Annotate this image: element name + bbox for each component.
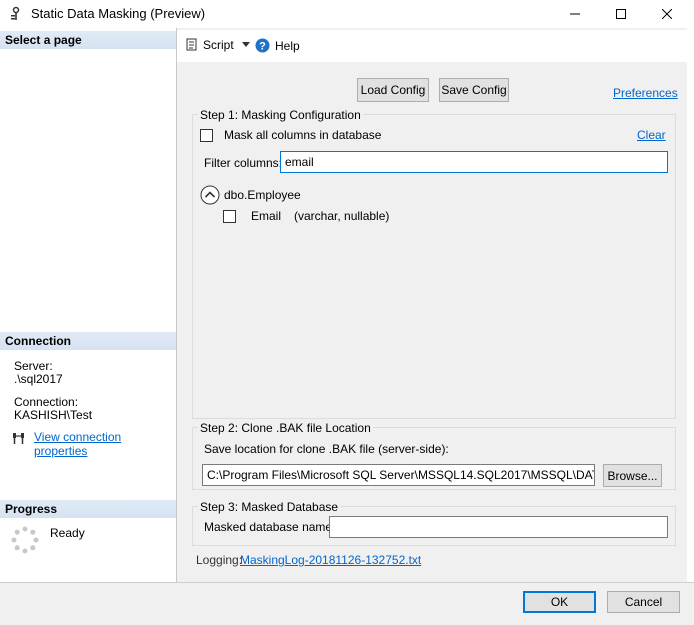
title-bar: Static Data Masking (Preview)	[0, 0, 694, 28]
clear-link[interactable]: Clear	[637, 128, 666, 142]
masked-db-name-label: Masked database name:	[204, 520, 336, 534]
progress-header: Progress	[0, 500, 176, 518]
toolbar: Script ? Help	[177, 30, 687, 62]
masked-db-name-input[interactable]	[329, 516, 668, 538]
load-config-button[interactable]: Load Config	[357, 78, 429, 102]
server-value: .\sql2017	[14, 372, 63, 386]
help-label: Help	[275, 38, 300, 53]
help-icon: ?	[255, 38, 270, 53]
filter-columns-label: Filter columns:	[204, 156, 283, 170]
minimize-button[interactable]	[552, 0, 598, 28]
step2-title: Step 2: Clone .BAK file Location	[198, 421, 373, 435]
cancel-button[interactable]: Cancel	[607, 591, 680, 613]
chevron-down-icon	[241, 42, 250, 47]
close-icon	[662, 9, 672, 19]
window-title: Static Data Masking (Preview)	[31, 6, 206, 21]
step1-title: Step 1: Masking Configuration	[198, 108, 363, 122]
filter-columns-input[interactable]: email	[280, 151, 668, 173]
select-page-header: Select a page	[0, 31, 176, 49]
left-pane: Select a page Connection Server: .\sql20…	[0, 28, 177, 582]
column-name: Email	[251, 209, 282, 223]
key-icon	[11, 6, 20, 20]
ok-button[interactable]: OK	[523, 591, 596, 613]
help-button[interactable]: ? Help	[255, 38, 300, 53]
email-column-checkbox[interactable]	[223, 210, 236, 223]
mask-all-label: Mask all columns in database	[224, 128, 382, 142]
maximize-button[interactable]	[598, 0, 644, 28]
save-location-label: Save location for clone .BAK file (serve…	[204, 442, 449, 456]
progress-spinner-icon	[11, 526, 39, 554]
connection-properties-icon	[13, 433, 24, 444]
collapse-chevron-up-icon[interactable]	[200, 185, 220, 205]
view-connection-properties-link[interactable]: View connection properties	[34, 430, 176, 458]
minimize-icon	[570, 13, 580, 15]
bak-path-input[interactable]: C:\Program Files\Microsoft SQL Server\MS…	[202, 464, 595, 486]
logging-file-link[interactable]: MaskingLog-20181126-132752.txt	[240, 553, 421, 567]
svg-text:?: ?	[259, 41, 266, 53]
column-type: (varchar, nullable)	[294, 209, 390, 223]
close-button[interactable]	[644, 0, 690, 28]
connection-header: Connection	[0, 332, 176, 350]
connection-label: Connection:	[14, 395, 79, 409]
script-icon	[186, 38, 197, 51]
logging-label: Logging:	[196, 553, 243, 567]
save-config-button[interactable]: Save Config	[439, 78, 509, 102]
server-label: Server:	[14, 359, 53, 373]
step3-title: Step 3: Masked Database	[198, 500, 341, 514]
script-label: Script	[203, 38, 234, 52]
progress-status: Ready	[50, 526, 85, 540]
mask-all-checkbox[interactable]	[200, 129, 213, 142]
table-name: dbo.Employee	[224, 188, 301, 202]
maximize-icon	[616, 9, 626, 19]
script-button[interactable]: Script	[185, 38, 250, 52]
browse-button[interactable]: Browse...	[603, 464, 662, 487]
connection-value: KASHISH\Test	[14, 408, 93, 422]
preferences-link[interactable]: Preferences	[613, 86, 678, 100]
